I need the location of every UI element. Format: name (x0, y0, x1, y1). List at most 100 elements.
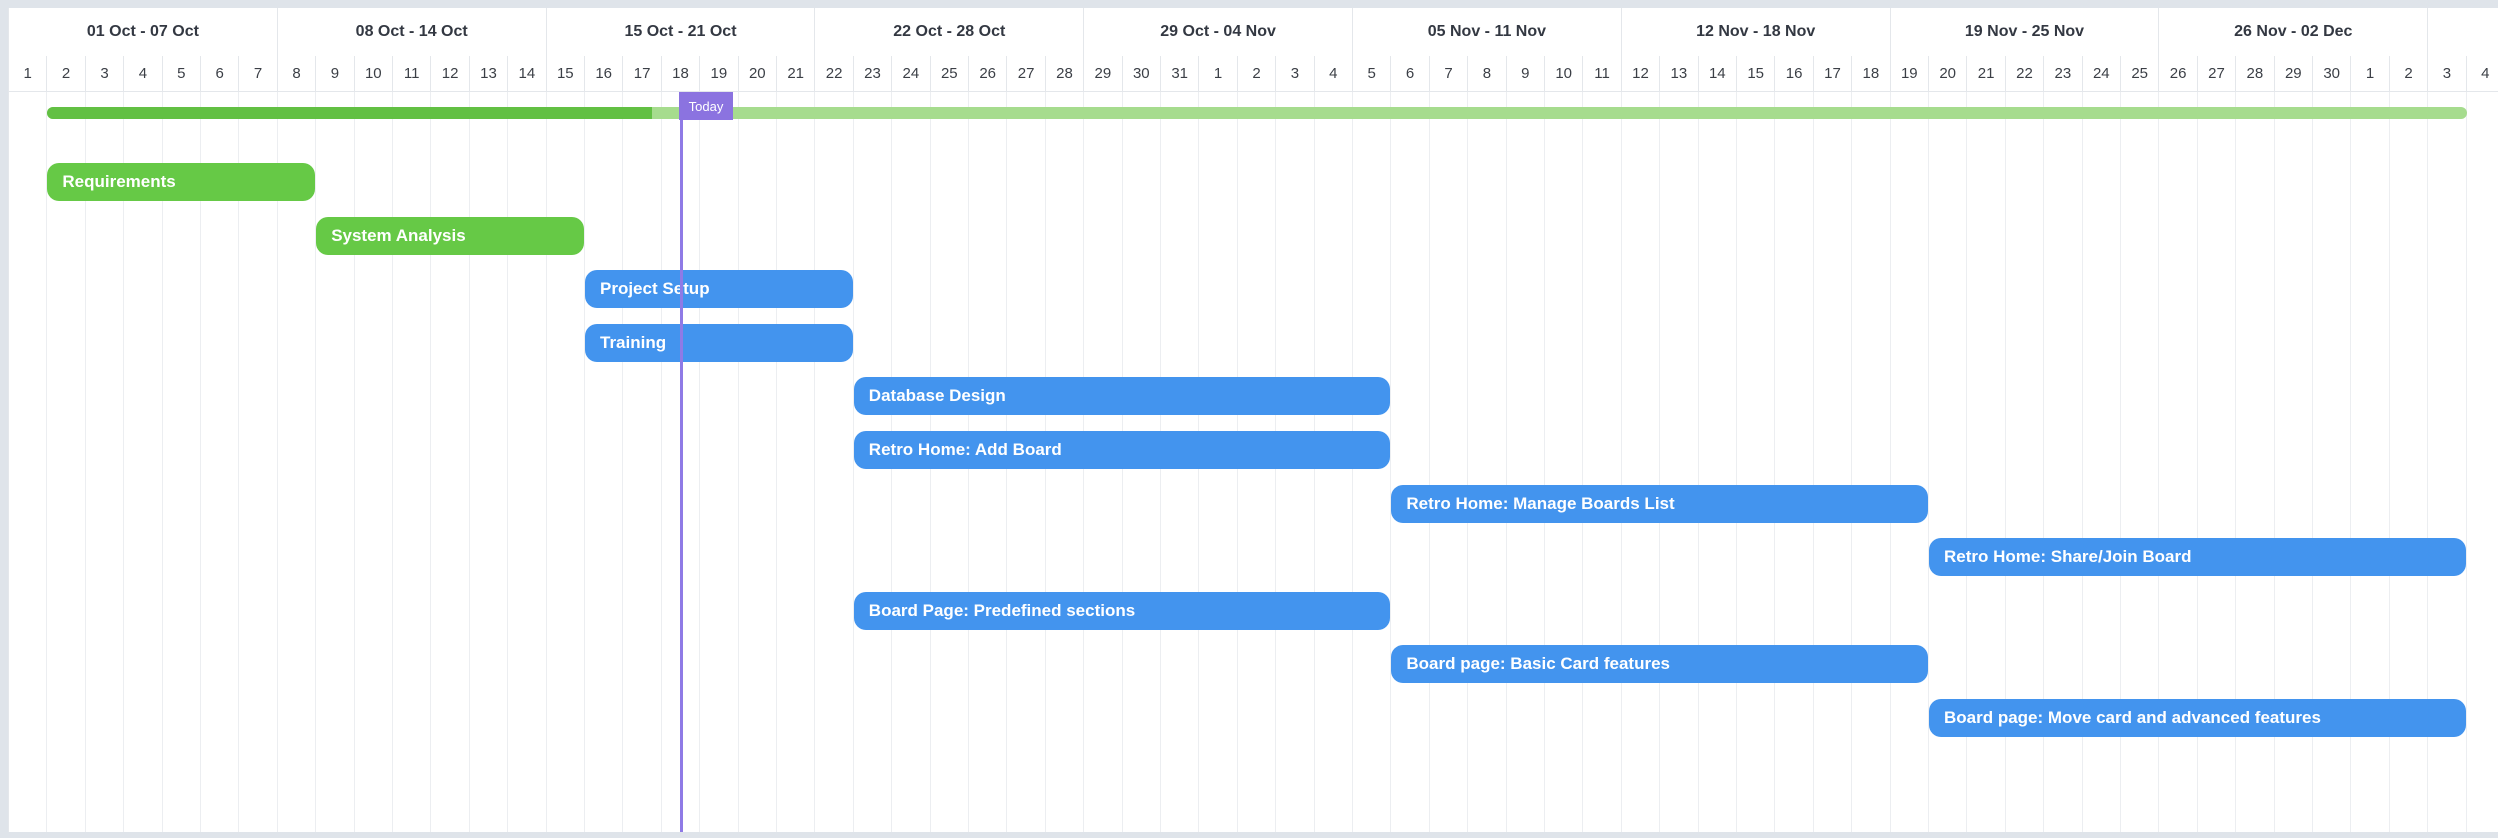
grid-line (123, 92, 125, 832)
day-header-cell: 5 (1353, 56, 1392, 91)
week-header-cell: 01 Oct - 07 Oct (9, 8, 278, 56)
day-header-cell: 18 (662, 56, 701, 91)
grid-line (161, 92, 163, 832)
day-header-cell: 2 (2390, 56, 2429, 91)
grid-line (584, 92, 585, 832)
day-header-cell: 26 (2159, 56, 2198, 91)
week-header-cell: 26 Nov - 02 Dec (2159, 8, 2429, 56)
grid-line (353, 92, 355, 832)
day-header-cell: 21 (1967, 56, 2006, 91)
day-header-cell: 1 (1199, 56, 1238, 91)
week-header-cell: 15 Oct - 21 Oct (547, 8, 816, 56)
day-header-cell: 5 (163, 56, 201, 91)
day-header-cell: 12 (431, 56, 470, 91)
project-summary-progress (47, 107, 653, 119)
grid-line (737, 92, 739, 832)
grid-line (545, 92, 547, 832)
day-header-cell: 13 (1660, 56, 1699, 91)
task-bar[interactable]: Requirements (47, 163, 316, 201)
grid-line (1620, 92, 1622, 832)
grid-line (468, 92, 470, 832)
day-header-cell: 3 (1276, 56, 1315, 91)
day-header-cell: 10 (1545, 56, 1584, 91)
day-header-cell: 6 (1391, 56, 1430, 91)
task-bar[interactable]: Database Design (853, 377, 1391, 416)
day-header-cell: 21 (777, 56, 816, 91)
grid-line (315, 92, 317, 832)
today-line (679, 92, 683, 832)
week-header-cell: 19 Nov - 25 Nov (1891, 8, 2160, 56)
grid-line (622, 92, 624, 832)
grid-line (852, 92, 854, 832)
day-header-cell: 17 (623, 56, 662, 91)
grid-line (660, 92, 662, 832)
task-bar[interactable]: Training (585, 323, 853, 362)
day-header-cell: 3 (86, 56, 125, 91)
day-header-cell: 29 (2275, 56, 2313, 91)
day-header-cell: 11 (1583, 56, 1622, 91)
grid-line (1736, 92, 1737, 832)
day-header-cell: 2 (1238, 56, 1277, 91)
day-header-cell: 19 (700, 56, 739, 91)
day-header-cell: 7 (239, 56, 278, 91)
grid-line (1659, 92, 1661, 832)
day-header-cell: 23 (854, 56, 893, 91)
task-bar[interactable]: Retro Home: Share/Join Board (1929, 538, 2466, 577)
day-header-cell: 1 (2351, 56, 2390, 91)
grid-line (1428, 92, 1430, 832)
day-header-cell: 11 (393, 56, 432, 91)
day-header-cell: 24 (2083, 56, 2121, 91)
day-header-cell: 19 (1891, 56, 1929, 91)
day-header-cell: 30 (1123, 56, 1161, 91)
week-header-cell: 29 Oct - 04 Nov (1084, 8, 1353, 56)
day-header-cell: 27 (2198, 56, 2237, 91)
day-header-cell: 30 (2313, 56, 2352, 91)
task-bar[interactable]: Board Page: Predefined sections (853, 591, 1391, 630)
grid-line (1505, 92, 1507, 832)
grid-line (238, 92, 240, 832)
grid-line (1697, 92, 1699, 832)
grid-line (1851, 92, 1853, 832)
day-header-cell: 8 (278, 56, 317, 91)
project-summary-bar[interactable] (47, 107, 2467, 119)
task-bar[interactable]: Board page: Move card and advanced featu… (1929, 699, 2466, 737)
task-bar[interactable]: System Analysis (316, 216, 584, 255)
grid-line (1889, 92, 1891, 832)
day-header-cell: 13 (470, 56, 509, 91)
day-header-cell: 17 (1814, 56, 1853, 91)
day-header-cell: 12 (1622, 56, 1661, 91)
week-scale-header: 01 Oct - 07 Oct 08 Oct - 14 Oct 15 Oct - 2… (9, 8, 2498, 57)
day-header-cell: 10 (355, 56, 393, 91)
day-header-cell: 25 (931, 56, 969, 91)
grid-line (1582, 92, 1584, 832)
grid-line (1812, 92, 1814, 832)
day-header-cell: 6 (201, 56, 240, 91)
task-bar[interactable]: Board page: Basic Card features (1391, 645, 1928, 684)
today-marker: Today (679, 92, 733, 120)
grid-line (84, 92, 86, 832)
task-bar[interactable]: Project Setup (585, 270, 853, 309)
day-header-cell: 20 (1929, 56, 1968, 91)
day-header-cell: 16 (1775, 56, 1814, 91)
week-header-cell: 05 Nov - 11 Nov (1353, 8, 1622, 56)
grid-line (200, 92, 201, 832)
grid-line (46, 92, 48, 832)
day-header-cell: 14 (1699, 56, 1737, 91)
week-header-cell: 22 Oct - 28 Oct (815, 8, 1085, 56)
grid-line (814, 92, 816, 832)
day-header-cell: 20 (739, 56, 777, 91)
day-header-cell: 31 (1161, 56, 1200, 91)
grid-line (276, 92, 278, 832)
grid-line (2465, 92, 2467, 832)
grid-line (1467, 92, 1469, 832)
grid-line (392, 92, 393, 832)
grid-line (430, 92, 432, 832)
day-header-cell: 25 (2121, 56, 2160, 91)
task-bar[interactable]: Retro Home: Add Board (853, 431, 1391, 469)
day-scale-header: 1 2 3 4 5 6 7 8 9 10 11 12 13 14 15 16 17 18 19 20 21 22 23 24 2… (9, 56, 2498, 92)
grid-line (699, 92, 701, 832)
day-header-cell: 16 (585, 56, 624, 91)
day-header-cell: 3 (2428, 56, 2467, 91)
day-header-cell: 22 (2006, 56, 2045, 91)
task-bar[interactable]: Retro Home: Manage Boards List (1391, 484, 1928, 523)
